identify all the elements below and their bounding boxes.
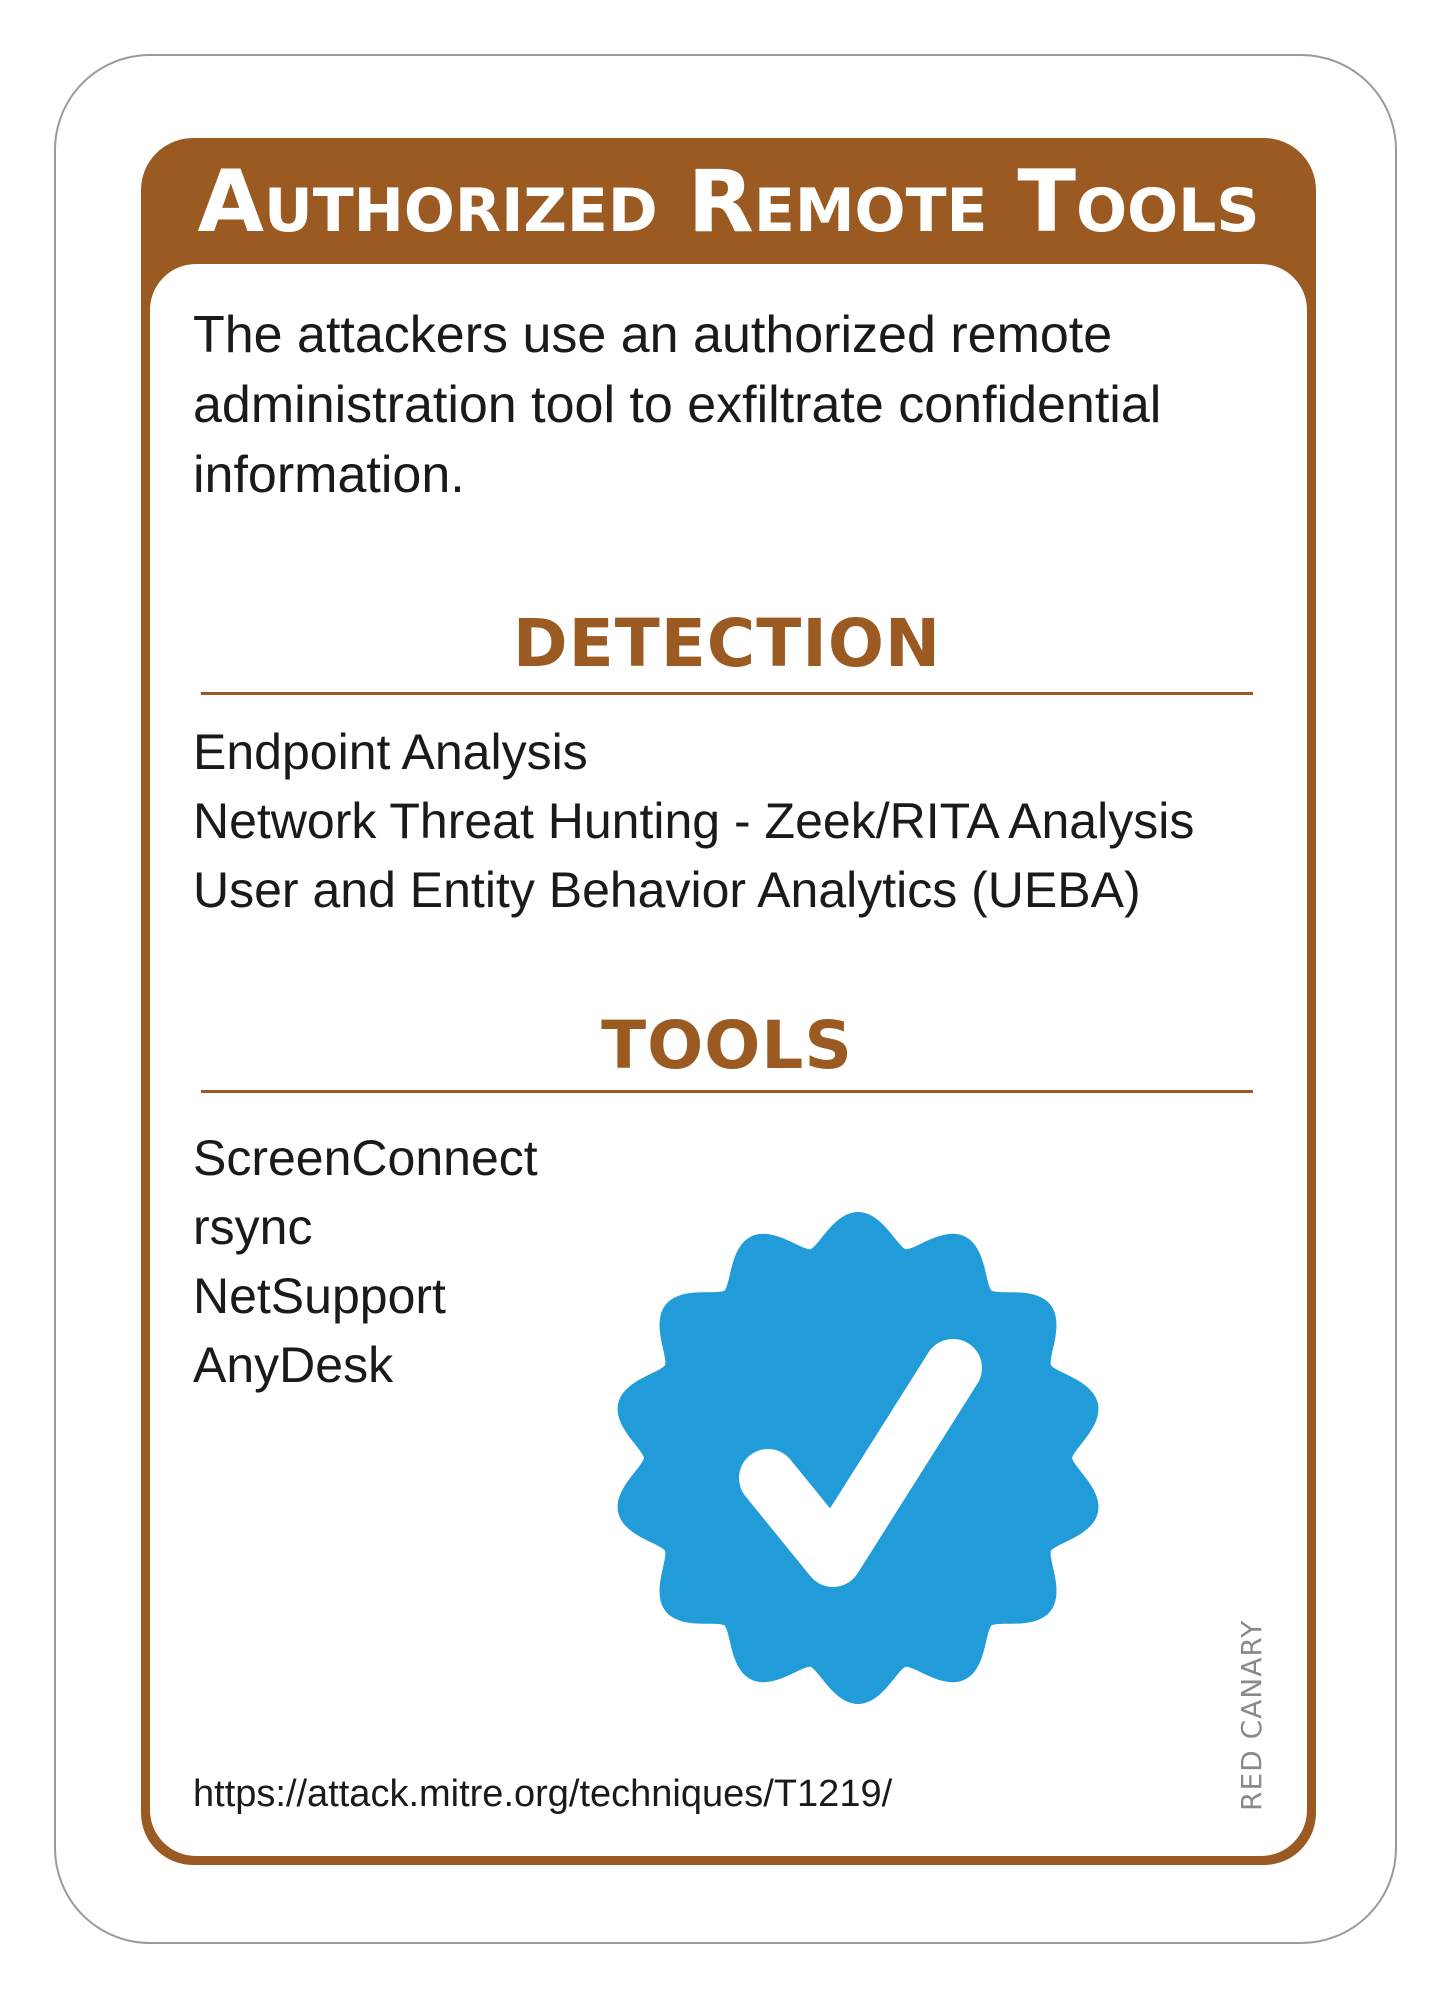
tool-item: AnyDesk — [193, 1337, 394, 1393]
source-url: https://attack.mitre.org/techniques/T121… — [193, 1773, 893, 1815]
detection-item: Network Threat Hunting - Zeek/RITA Analy… — [193, 793, 1195, 849]
tools-heading: TOOLS — [601, 1007, 853, 1084]
tool-item: rsync — [193, 1199, 313, 1255]
detection-list: Endpoint Analysis Network Threat Hunting… — [193, 718, 1194, 925]
detection-divider — [201, 692, 1253, 695]
card-title: Authorized Remote Tools — [197, 152, 1260, 252]
detection-item: User and Entity Behavior Analytics (UEBA… — [193, 862, 1141, 918]
tool-item: NetSupport — [193, 1268, 446, 1324]
brand-watermark: RED CANARY — [1235, 1619, 1268, 1811]
tool-item: ScreenConnect — [193, 1130, 538, 1186]
detection-item: Endpoint Analysis — [193, 724, 588, 780]
card-description: The attackers use an authorized remote a… — [193, 306, 1162, 504]
tools-list: ScreenConnect rsync NetSupport AnyDesk — [193, 1124, 538, 1400]
tools-divider — [201, 1090, 1253, 1093]
verified-check-badge-icon — [617, 1212, 1099, 1704]
detection-heading: DETECTION — [512, 605, 942, 682]
badge-scalloped-shape — [617, 1212, 1099, 1704]
